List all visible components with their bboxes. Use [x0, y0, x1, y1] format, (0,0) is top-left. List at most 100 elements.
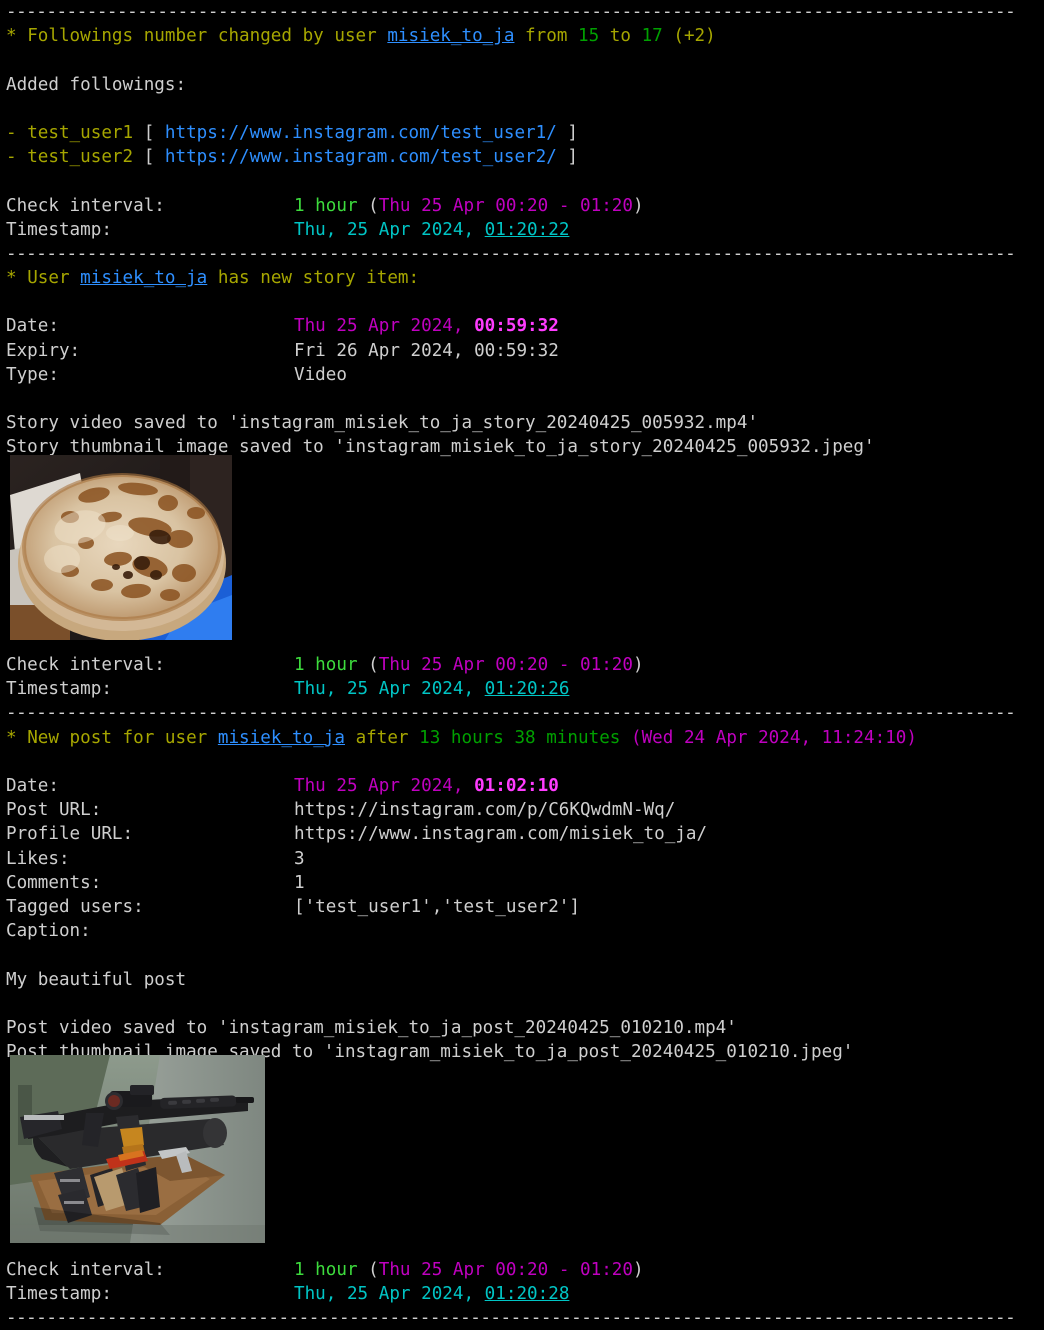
tagged-users-label: Tagged users:: [6, 896, 144, 917]
header-text-1: Followings number changed by user: [27, 26, 377, 47]
check-interval-value: 1 hour: [294, 195, 358, 216]
post-video-saved: Post video saved to 'instagram_misiek_to…: [6, 1017, 737, 1038]
separator-line: ----------------------------------------…: [0, 242, 1044, 266]
separator-dashes: ----------------------------------------…: [6, 703, 1016, 724]
post-url-value[interactable]: https://instagram.com/p/C6KQwdmN-Wq/: [294, 800, 675, 820]
separator-dashes: ----------------------------------------…: [6, 2, 1016, 22]
profile-url-value[interactable]: https://www.instagram.com/misiek_to_ja/: [294, 824, 707, 844]
comments-value: 1: [294, 872, 305, 893]
caption-row: Caption:: [0, 919, 1044, 943]
story-expiry-value: Fri 26 Apr 2024, 00:59:32: [294, 340, 559, 361]
close-bracket: ]: [567, 122, 579, 143]
tagged-users-value: ['test_user1','test_user2']: [294, 896, 580, 917]
header-marker: *: [6, 26, 17, 47]
followings-new-count: 17: [641, 26, 663, 47]
story-type-value: Video: [294, 364, 347, 385]
comments-label: Comments:: [6, 872, 102, 893]
followings-username-link[interactable]: misiek_to_ja: [387, 26, 514, 46]
timestamp-label: Timestamp:: [6, 1283, 112, 1304]
separator-line: ----------------------------------------…: [0, 0, 1044, 24]
check-interval-row: Check interval: 1 hour (Thu 25 Apr 00:20 …: [0, 1258, 1044, 1282]
caption-text: My beautiful post: [6, 969, 187, 990]
check-interval-range: Thu 25 Apr 00:20 - 01:20: [378, 655, 633, 676]
check-interval-range: Thu 25 Apr 00:20 - 01:20: [378, 195, 633, 216]
check-interval-value: 1 hour: [294, 1259, 358, 1280]
added-followings-label: Added followings:: [6, 74, 187, 95]
added-username: test_user1: [27, 122, 134, 143]
timestamp-time: 01:20:28: [484, 1283, 570, 1304]
rifle-photo: [10, 1055, 265, 1243]
timestamp-label: Timestamp:: [6, 679, 112, 700]
added-user-url[interactable]: https://www.instagram.com/test_user2/: [165, 147, 557, 167]
story-date-value: Thu 25 Apr 2024,: [294, 316, 464, 337]
check-interval-label: Check interval:: [6, 1259, 165, 1280]
separator-line: ----------------------------------------…: [0, 701, 1044, 725]
profile-url-label: Profile URL:: [6, 824, 134, 845]
header-text-3: to: [609, 26, 631, 47]
followings-delta: (+2): [673, 26, 716, 47]
post-thumbnail-image[interactable]: [10, 1055, 265, 1243]
timestamp-time: 01:20:22: [484, 219, 570, 240]
followings-header: * Followings number changed by user misi…: [0, 24, 1044, 48]
caption-label: Caption:: [6, 921, 91, 942]
bullet: -: [6, 122, 17, 143]
post-elapsed: 13 hours 38 minutes: [419, 727, 621, 748]
post-url-label: Post URL:: [6, 800, 102, 821]
check-interval-label: Check interval:: [6, 195, 165, 216]
header-text-1: New post for user: [27, 727, 208, 748]
header-text-2: from: [525, 26, 568, 47]
open-bracket: [: [143, 147, 155, 168]
followings-old-count: 15: [578, 26, 600, 47]
check-interval-range: Thu 25 Apr 00:20 - 01:20: [378, 1259, 633, 1280]
story-username-link[interactable]: misiek_to_ja: [80, 268, 207, 288]
header-marker: *: [6, 727, 17, 748]
likes-value: 3: [294, 848, 305, 869]
story-expiry-label: Expiry:: [6, 340, 81, 361]
timestamp-time: 01:20:26: [484, 679, 570, 700]
separator-dashes: ----------------------------------------…: [6, 1308, 1016, 1329]
post-url-row: Post URL: https://instagram.com/p/C6KQwdm…: [0, 798, 1044, 822]
check-interval-row: Check interval: 1 hour (Thu 25 Apr 00:20 …: [0, 653, 1044, 677]
timestamp-date: Thu, 25 Apr 2024,: [294, 679, 475, 700]
timestamp-label: Timestamp:: [6, 219, 112, 240]
story-expiry-row: Expiry: Fri 26 Apr 2024, 00:59:32: [0, 339, 1044, 363]
post-username-link[interactable]: misiek_to_ja: [218, 728, 345, 748]
added-username: test_user2: [27, 147, 134, 168]
header-text-2: after: [355, 727, 409, 748]
header-text-2: has new story item:: [217, 268, 420, 289]
timestamp-row: Timestamp: Thu, 25 Apr 2024, 01:20:28: [0, 1282, 1044, 1306]
added-following-row: - test_user1 [ https://www.instagram.com…: [0, 121, 1044, 145]
timestamp-date: Thu, 25 Apr 2024,: [294, 219, 475, 240]
separator-dashes: ----------------------------------------…: [6, 243, 1016, 264]
post-date-value: Thu 25 Apr 2024,: [294, 776, 464, 796]
open-bracket: [: [143, 122, 155, 143]
story-date-label: Date:: [6, 316, 59, 337]
story-type-label: Type:: [6, 364, 59, 385]
check-interval-value: 1 hour: [294, 655, 358, 676]
terminal-output[interactable]: ----------------------------------------…: [0, 0, 1044, 1328]
profile-url-row: Profile URL: https://www.instagram.com/mi…: [0, 822, 1044, 846]
check-interval-row: Check interval: 1 hour (Thu 25 Apr 00:20 …: [0, 194, 1044, 218]
timestamp-row: Timestamp: Thu, 25 Apr 2024, 01:20:26: [0, 677, 1044, 701]
story-video-saved: Story video saved to 'instagram_misiek_t…: [6, 413, 759, 434]
likes-label: Likes:: [6, 848, 70, 869]
added-user-url[interactable]: https://www.instagram.com/test_user1/: [165, 123, 557, 143]
post-prev-date: (Wed 24 Apr 2024, 11:24:10): [630, 727, 917, 748]
timestamp-date: Thu, 25 Apr 2024,: [294, 1283, 475, 1304]
post-header: * New post for user misiek_to_ja after 1…: [0, 726, 1044, 750]
story-header: * User misiek_to_ja has new story item:: [0, 266, 1044, 290]
timestamp-row: Timestamp: Thu, 25 Apr 2024, 01:20:22: [0, 218, 1044, 242]
bullet: -: [6, 147, 17, 168]
story-date-time: 00:59:32: [474, 316, 559, 337]
header-text-1: User: [27, 268, 70, 289]
story-thumbnail-image[interactable]: [10, 455, 232, 640]
post-date-label: Date:: [6, 776, 59, 796]
